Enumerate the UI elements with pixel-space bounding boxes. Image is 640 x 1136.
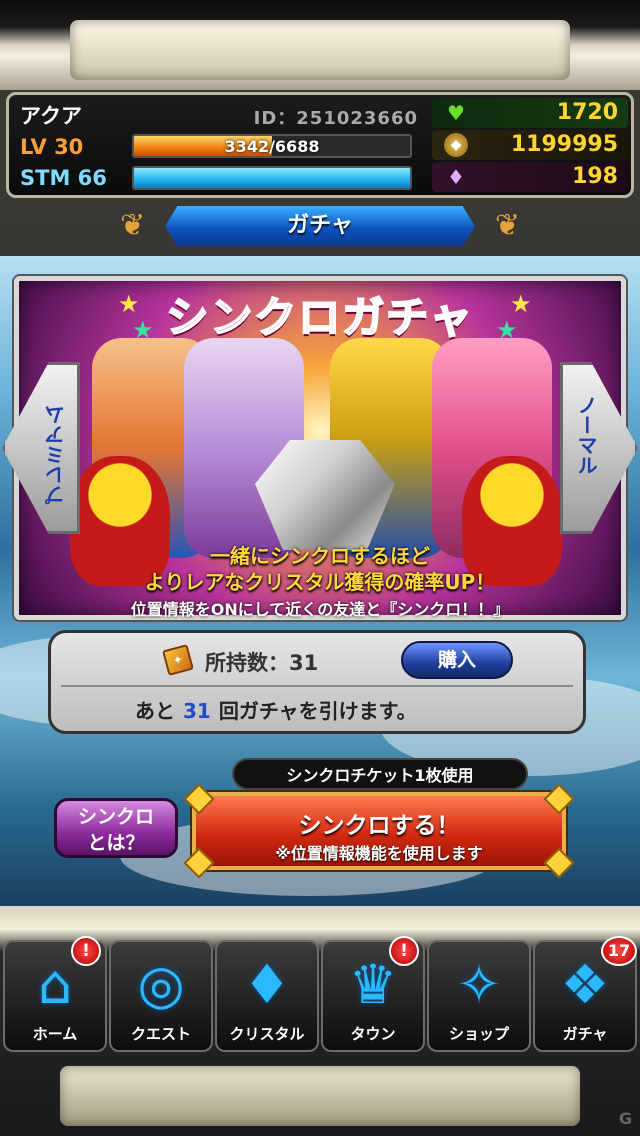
notification-count-badge: 17 bbox=[601, 936, 637, 966]
nav-label: ガチャ bbox=[562, 1025, 608, 1043]
ticket-owned-count: 所持数：31 bbox=[205, 651, 319, 675]
remain-suffix: 回ガチャを引けます。 bbox=[218, 699, 417, 723]
star-icon: ★ bbox=[510, 290, 532, 318]
bottom-ornament-plate bbox=[60, 1066, 580, 1126]
buy-ticket-button[interactable]: 購入 bbox=[401, 641, 513, 679]
sync-button-note: ※位置情報機能を使用します bbox=[275, 844, 483, 863]
banner-title-text: シンクロガチャ bbox=[165, 292, 474, 343]
player-info: アクア ID：251023660 LV 30 3342/6688 STM 66 bbox=[12, 98, 422, 194]
level-value: 30 bbox=[54, 135, 84, 159]
nav-label: ホーム bbox=[32, 1025, 78, 1043]
crystals-value: 198 bbox=[572, 164, 618, 189]
gacha-description-line3: 位置情報をONにして近くの友達と『シンクロ！！』 bbox=[130, 600, 510, 619]
nav-quest[interactable]: ◎ クエスト bbox=[109, 940, 213, 1052]
ticket-cost-label: シンクロチケット1枚使用 bbox=[232, 758, 528, 790]
nav-label: ショップ bbox=[448, 1025, 509, 1043]
stamina-bar-fill bbox=[134, 168, 410, 188]
heart-icon: ♥ bbox=[447, 101, 465, 125]
gacha-banner-title: シンクロガチャ bbox=[150, 288, 490, 348]
ticket-owned-row: ✦ 所持数：31 購入 bbox=[57, 639, 577, 681]
exp-text: 3342/6688 bbox=[224, 137, 320, 156]
coins-value: 1199995 bbox=[510, 132, 618, 157]
what-is-sync-line2: とは？ bbox=[87, 832, 145, 854]
hearts-row: ♥ 1720 bbox=[432, 98, 628, 128]
notification-badge: ! bbox=[389, 936, 419, 966]
nav-home[interactable]: ⌂ ホーム ! bbox=[3, 936, 107, 1052]
diamond-icon: ♦ bbox=[242, 953, 292, 1016]
coin-icon: ◆ bbox=[444, 133, 468, 157]
game-screen: アクア ID：251023660 LV 30 3342/6688 STM 66 … bbox=[0, 0, 640, 1136]
top-ornament-frame bbox=[0, 0, 640, 90]
star-icon: ★ bbox=[496, 316, 518, 344]
stamina-bar bbox=[132, 166, 412, 190]
stamina-label: STM bbox=[20, 166, 71, 190]
remain-count: 31 bbox=[183, 699, 211, 723]
what-is-sync-line1: シンクロ bbox=[77, 806, 154, 828]
nav-town[interactable]: ♛ タウン ! bbox=[321, 936, 425, 1052]
bottom-nav: ⌂ ホーム ! ◎ クエスト ♦ クリスタル ♛ タウン ! ✧ ショップ ❖ … bbox=[0, 936, 640, 1058]
sync-button-label: シンクロする！ bbox=[298, 813, 460, 839]
ticket-panel: ✦ 所持数：31 購入 あと 31 回ガチャを引けます。 bbox=[48, 630, 586, 734]
title-plate: ガチャ bbox=[165, 206, 475, 246]
notification-badge: ! bbox=[71, 936, 101, 966]
nav-gacha[interactable]: ❖ ガチャ 17 bbox=[533, 936, 637, 1052]
what-is-sync-button[interactable]: シンクロ とは？ bbox=[54, 798, 178, 858]
right-wing-icon: ❦ bbox=[494, 208, 520, 243]
nav-label: タウン bbox=[350, 1025, 396, 1043]
exp-bar: 3342/6688 bbox=[132, 134, 412, 158]
sync-draw-button[interactable]: シンクロする！ ※位置情報機能を使用します bbox=[183, 783, 575, 879]
ticket-divider bbox=[61, 685, 573, 687]
crystal-shop-icon: ✧ bbox=[456, 953, 502, 1016]
player-name: アクア bbox=[20, 104, 82, 128]
nav-shop[interactable]: ✧ ショップ bbox=[427, 940, 531, 1052]
compass-icon: ◎ bbox=[137, 953, 185, 1016]
gacha-description-line1: 一緒にシンクロするほど bbox=[210, 544, 430, 568]
watermark-logo: G bbox=[618, 1109, 632, 1128]
premium-gacha-label[interactable]: プレミアム bbox=[36, 395, 76, 505]
player-id: ID：251023660 bbox=[253, 108, 418, 129]
coins-row: ◆ 1199995 bbox=[432, 130, 628, 160]
crystal-icon: ♦ bbox=[447, 165, 465, 189]
nav-label: クリスタル bbox=[229, 1025, 305, 1043]
gacha-description-line2: よりレアなクリスタル獲得の確率UP！ bbox=[144, 570, 496, 594]
crystals-row: ♦ 198 bbox=[432, 162, 628, 192]
stamina-value: 66 bbox=[77, 166, 107, 190]
hearts-value: 1720 bbox=[556, 100, 618, 125]
stamina-display: STM 66 bbox=[20, 166, 107, 190]
resource-panel: ♥ 1720 ◆ 1199995 ♦ 198 bbox=[432, 98, 628, 194]
top-ornament-plate bbox=[70, 20, 570, 80]
page-title: ガチャ bbox=[287, 213, 353, 238]
remaining-draws-text: あと 31 回ガチャを引けます。 bbox=[57, 693, 577, 729]
level-display: LV 30 bbox=[20, 135, 83, 159]
ticket-icon: ✦ bbox=[162, 644, 194, 676]
nav-crystal[interactable]: ♦ クリスタル bbox=[215, 940, 319, 1052]
normal-gacha-label[interactable]: ノーマル bbox=[566, 395, 606, 505]
screen-title-bar: ❦ ガチャ ❦ bbox=[120, 202, 520, 250]
level-label: LV bbox=[20, 135, 47, 159]
star-icon: ★ bbox=[118, 290, 140, 318]
nav-label: クエスト bbox=[130, 1025, 191, 1043]
remain-prefix: あと bbox=[135, 699, 175, 723]
star-icon: ★ bbox=[132, 316, 154, 344]
